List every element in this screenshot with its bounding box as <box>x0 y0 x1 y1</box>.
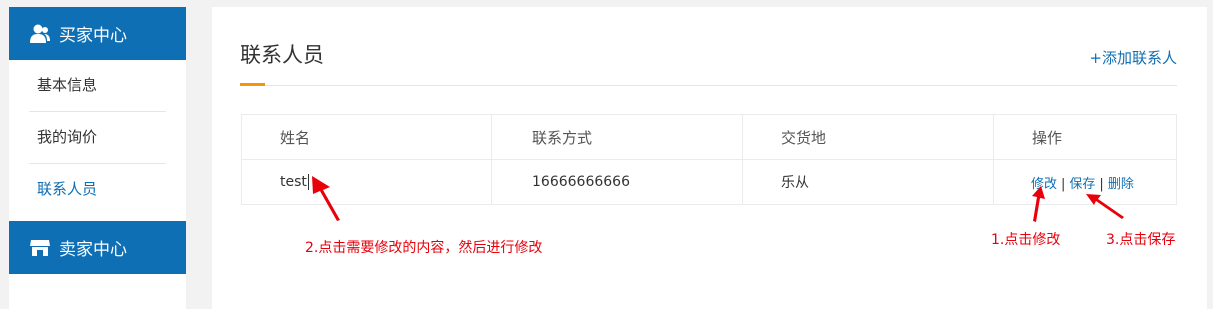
annotation-note-2: 2.点击需要修改的内容，然后进行修改 <box>305 240 543 256</box>
annotation-arrow-1 <box>1032 186 1045 222</box>
annotation-arrows <box>312 176 1124 222</box>
annotation-note-1: 1.点击修改 <box>991 232 1061 248</box>
annotation-arrow-2 <box>312 176 340 221</box>
annotation-arrow-3 <box>1086 194 1124 219</box>
annotation-note-3: 3.点击保存 <box>1106 232 1176 248</box>
